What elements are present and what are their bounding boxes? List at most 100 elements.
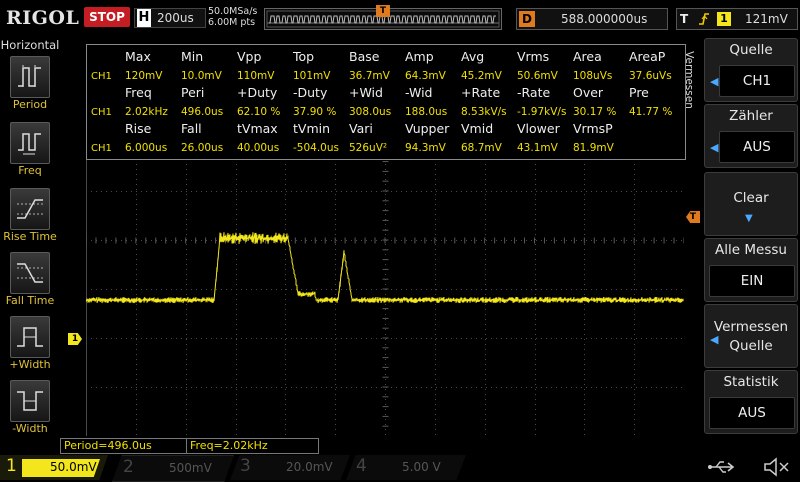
meas-header: tVmax [237,121,278,136]
period-icon [18,65,41,89]
freq-label: Freq [18,164,42,177]
channel-1-tab[interactable]: 1 50.0mV [0,455,108,480]
meas-value: 526uV² [349,142,388,154]
meas-value: -1.97kV/s [517,106,567,118]
meas-value: 43.1mV [517,142,558,154]
meas-header: Rise [125,121,152,136]
channel-bar: 1 50.0mV 2 500mV 3 20.0mV 4 5.00 V [0,455,800,482]
meas-header: +Duty [237,85,278,100]
meas-value: 108uVs [573,70,613,82]
select-arrow-icon: ◀ [710,333,719,346]
channel-scale: 50.0mV [50,460,97,474]
select-arrow-icon: ◀ [710,75,719,88]
softkey-title: Clear [733,190,769,206]
channel-3-tab[interactable]: 3 20.0mV [230,455,350,480]
meas-value: 30.17 % [573,106,617,118]
meas-value: 26.00us [181,142,224,154]
meas-value: 496.0us [181,106,224,118]
channel-number: 3 [240,456,251,476]
delay-box[interactable]: D 588.000000us [516,8,668,30]
fall-time-button[interactable] [10,252,50,294]
vermessen-tab-label: Vermessen [682,51,695,109]
meas-value: 37.6uVs [629,70,672,82]
meas-header: Over [573,85,604,100]
channel-scale: 500mV [169,461,212,475]
softkey-title: Vermessen [713,319,789,335]
period-button[interactable] [10,56,50,98]
measure-source-softkey[interactable]: Vermessen Quelle ◀ [704,304,798,368]
rise-time-button[interactable] [10,188,50,230]
meas-header: Amp [405,49,434,64]
meas-value: 41.77 % [629,106,673,118]
softkey-value: CH1 [719,65,795,97]
channel-4-tab[interactable]: 4 5.00 V [346,455,466,480]
all-measure-softkey[interactable]: Alle Messu EIN [704,238,798,302]
period-readout: Period=496.0us [60,438,187,454]
meas-value: 2.02kHz [125,106,168,118]
trigger-level-marker[interactable]: T [686,211,700,223]
ch1-offset-label: 1 [71,334,79,344]
trigger-source-badge: 1 [717,12,731,26]
channel-2-tab[interactable]: 2 500mV [112,455,234,482]
trigger-position-marker: T [376,5,390,17]
softkey-value: AUS [719,131,795,163]
positive-width-button[interactable] [10,316,50,358]
meas-header: Pre [629,85,649,100]
meas-header: -Duty [293,85,328,100]
channel-scale: 5.00 V [402,460,441,474]
channel-scale: 20.0mV [286,460,333,474]
positive-width-icon [17,327,43,347]
vermessen-side-tab[interactable]: Vermessen [682,44,702,118]
meas-header: Area [573,49,602,64]
meas-value: -504.0us [293,142,339,154]
meas-value: 37.90 % [293,106,337,118]
meas-header: Min [181,49,204,64]
trigger-box[interactable]: T 1 121mV [676,8,798,30]
positive-width-label: +Width [9,358,51,371]
speaker-muted-icon[interactable] [762,457,792,477]
meas-value: 36.7mV [349,70,390,82]
meas-header: -Rate [517,85,551,100]
trigger-label: T [680,12,689,26]
negative-width-label: -Width [12,422,48,435]
softkey-value: AUS [709,397,795,429]
softkey-title: Zähler [729,108,773,124]
timebase-label: H [137,9,151,27]
negative-width-button[interactable] [10,380,50,422]
fall-time-icon [17,263,43,283]
softkey-title: Alle Messu [715,242,787,258]
memory-depth: 6.00M pts [208,17,256,28]
meas-value: 45.2mV [461,70,502,82]
statistics-softkey[interactable]: Statistik AUS [704,370,798,434]
meas-value: 110mV [237,70,275,82]
rise-time-label: Rise Time [3,230,57,243]
fall-time-label: Fall Time [5,294,55,307]
meas-header: Top [293,49,315,64]
freq-button[interactable] [10,122,50,164]
meas-channel: CH1 [91,143,112,154]
run-stop-status[interactable]: STOP [84,7,130,27]
meas-header: VrmsP [573,121,613,136]
meas-value: 62.10 % [237,106,281,118]
meas-header: AreaP [629,49,666,64]
counter-softkey[interactable]: Zähler ◀ AUS [704,104,798,168]
clear-softkey[interactable]: Clear ▼ [704,172,798,236]
panel-title: Horizontal [0,38,60,52]
measurement-table: Max Min Vpp Top Base Amp Avg Vrms Area A… [86,44,686,160]
sample-rate: 50.0MSa/s [208,6,258,17]
meas-header: Vmid [461,121,494,136]
softkey-title: Quelle [729,42,773,58]
meas-header: Peri [181,85,205,100]
timebase-box[interactable]: H 200us [134,8,206,28]
acquisition-info: 50.0MSa/s 6.00M pts [208,6,257,28]
meas-header: +Rate [461,85,501,100]
ch1-offset-marker[interactable]: 1 [68,333,82,345]
meas-header: Vupper [405,121,450,136]
softkey-value: EIN [709,265,795,297]
meas-header: Vlower [517,121,560,136]
meas-value: 94.3mV [405,142,446,154]
meas-header: Freq [125,85,152,100]
trigger-level-value: 121mV [745,12,788,26]
source-softkey[interactable]: Quelle ◀ CH1 [704,38,798,102]
meas-header: Base [349,49,380,64]
